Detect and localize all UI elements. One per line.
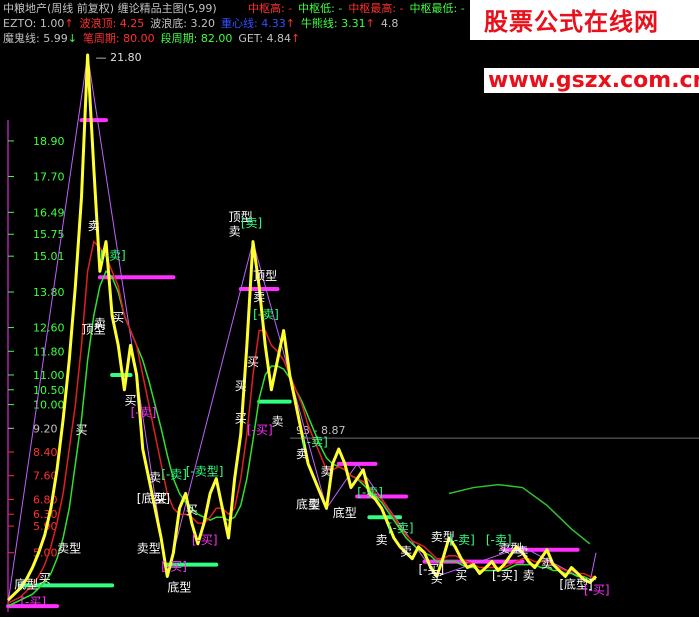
y-tick-label: 13.80	[33, 286, 65, 299]
signal-label: 顶型	[253, 269, 277, 283]
signal-label: 卖	[149, 471, 161, 485]
signal-label: 买	[112, 311, 124, 325]
signal-label: [-卖]	[161, 468, 187, 482]
signal-label: 卖	[517, 545, 529, 559]
y-tick-label: 18.90	[33, 135, 65, 148]
y-tick-label: 16.49	[33, 206, 65, 219]
y-tick-label: 8.40	[33, 446, 58, 459]
signal-label: 卖	[541, 557, 553, 571]
y-tick-label: 10.50	[33, 384, 65, 397]
signal-label: 卖型	[57, 542, 81, 556]
signal-label: 买	[235, 379, 247, 393]
signal-label: [-卖]	[388, 521, 414, 535]
signal-label: 买	[39, 571, 51, 585]
signal-label: 卖	[523, 568, 535, 582]
signal-label: 顶型	[82, 323, 106, 337]
signal-label: 卖	[88, 219, 100, 233]
signal-label: [-卖]	[357, 485, 383, 499]
y-tick-label: 17.70	[33, 170, 65, 183]
signal-label: [-买]	[20, 595, 46, 609]
signal-label: 卖	[308, 497, 320, 511]
signal-label: 卖	[376, 533, 388, 547]
signal-label: [卖]	[241, 216, 262, 230]
signal-label: [-卖型]	[186, 465, 224, 479]
signal-label: [-卖]	[131, 405, 157, 419]
y-tick-label: 11.00	[33, 369, 65, 382]
signal-label: [-买]	[161, 560, 187, 574]
signal-label: 买	[155, 491, 167, 505]
signal-label: 底型	[14, 576, 38, 591]
signal-label: 卖	[400, 545, 412, 559]
signal-label: [-卖]	[253, 308, 279, 322]
peak-label: — 21.80	[96, 51, 142, 64]
signal-label: [-买]	[584, 583, 610, 597]
signal-label: 买	[455, 568, 467, 582]
signal-label: 卖	[253, 290, 265, 304]
signal-label: 卖	[321, 465, 333, 479]
signal-label: [-买]	[192, 533, 218, 547]
price-chart: 18.9017.7016.4915.7515.0113.8012.6011.80…	[6, 51, 699, 612]
signal-label: 卖	[229, 225, 241, 239]
y-tick-label: 9.20	[33, 422, 58, 435]
signal-label: 卖	[272, 414, 284, 428]
signal-label: [-买]	[492, 568, 518, 582]
signal-label: 底型	[333, 505, 357, 520]
signal-label: 买	[186, 503, 198, 517]
signal-label: 买	[431, 571, 443, 585]
signal-label: 买	[76, 423, 88, 437]
signal-label: [-卖]	[449, 533, 475, 547]
signal-label: 买	[235, 411, 247, 425]
y-tick-label: 15.75	[33, 228, 65, 241]
y-tick-label: 15.01	[33, 250, 65, 263]
signal-label: 卖型	[137, 542, 161, 556]
signal-label: [-卖]	[100, 248, 126, 262]
signal-label: 买	[247, 355, 259, 369]
signal-label: 卖	[296, 447, 308, 461]
y-tick-label: 11.80	[33, 345, 65, 358]
signal-label: 底型	[167, 579, 191, 594]
signal-label: [-买]	[247, 423, 273, 437]
